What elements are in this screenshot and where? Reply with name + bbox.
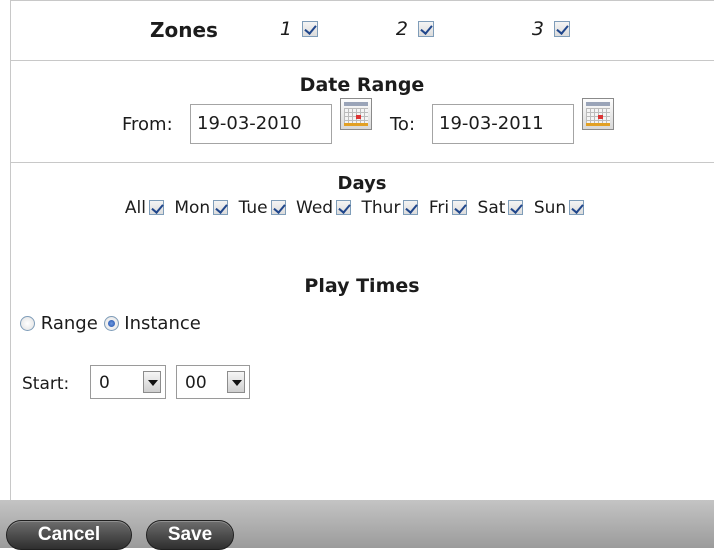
to-label: To: xyxy=(390,114,416,135)
day-sun-checkbox[interactable] xyxy=(569,200,585,215)
zone-3: 3 xyxy=(524,18,570,40)
days-title: Days xyxy=(337,173,387,194)
cancel-button[interactable]: Cancel xyxy=(6,520,132,550)
day-mon: Mon xyxy=(174,198,231,218)
zone-1-number: 1 xyxy=(279,18,292,40)
day-sun: Sun xyxy=(534,198,587,218)
day-sun-label: Sun xyxy=(533,198,567,218)
zone-2: 2 xyxy=(388,18,434,40)
chevron-down-icon[interactable] xyxy=(227,371,245,393)
start-label: Start: xyxy=(22,374,70,394)
divider xyxy=(10,60,714,61)
day-wed-label: Wed xyxy=(296,198,334,218)
day-fri: Fri xyxy=(429,198,470,218)
day-mon-label: Mon xyxy=(174,198,211,218)
days-row: All Mon Tue Wed Thur Fri Sat Sun xyxy=(0,198,714,218)
zone-3-checkbox[interactable] xyxy=(554,21,570,37)
zones-label: Zones xyxy=(150,18,218,42)
play-mode-radio-group: Range Instance xyxy=(20,313,201,334)
play-times-title: Play Times xyxy=(304,275,420,297)
zone-2-checkbox[interactable] xyxy=(418,21,434,37)
day-fri-label: Fri xyxy=(428,198,450,218)
date-range-title: Date Range xyxy=(299,74,425,96)
day-thur: Thur xyxy=(362,198,422,218)
divider xyxy=(10,162,714,163)
range-label: Range xyxy=(40,313,98,334)
zone-1: 1 xyxy=(272,18,318,40)
from-label: From: xyxy=(122,114,173,135)
day-wed: Wed xyxy=(296,198,354,218)
day-sat-label: Sat xyxy=(477,198,506,218)
day-tue: Tue xyxy=(239,198,289,218)
footer-bar: Cancel Save xyxy=(0,500,714,550)
zone-3-number: 3 xyxy=(531,18,544,40)
calendar-icon[interactable] xyxy=(340,98,372,130)
zone-2-number: 2 xyxy=(395,18,408,40)
day-thur-label: Thur xyxy=(361,198,401,218)
start-minute-select[interactable]: 00 xyxy=(176,365,250,399)
to-date-input[interactable]: 19-03-2011 xyxy=(432,104,574,144)
day-thur-checkbox[interactable] xyxy=(403,200,419,215)
day-all-checkbox[interactable] xyxy=(148,200,164,215)
from-date-input[interactable]: 19-03-2010 xyxy=(190,104,332,144)
day-all-label: All xyxy=(124,198,146,218)
range-radio[interactable] xyxy=(20,316,35,331)
start-minute-value: 00 xyxy=(185,373,207,393)
day-mon-checkbox[interactable] xyxy=(213,200,229,215)
day-tue-checkbox[interactable] xyxy=(270,200,286,215)
date-range-row: From: 19-03-2010 To: 19-03-2011 xyxy=(10,98,714,148)
day-fri-checkbox[interactable] xyxy=(452,200,468,215)
day-all: All xyxy=(125,198,167,218)
start-hour-select[interactable]: 0 xyxy=(90,365,166,399)
day-sat-checkbox[interactable] xyxy=(508,200,524,215)
start-hour-value: 0 xyxy=(99,373,110,393)
instance-label: Instance xyxy=(124,313,201,334)
instance-radio[interactable] xyxy=(103,316,119,331)
calendar-icon[interactable] xyxy=(582,98,614,130)
day-tue-label: Tue xyxy=(238,198,268,218)
save-button[interactable]: Save xyxy=(146,520,234,550)
divider xyxy=(10,0,714,1)
zones-row: Zones 1 2 3 xyxy=(10,8,714,48)
chevron-down-icon[interactable] xyxy=(143,371,161,393)
day-wed-checkbox[interactable] xyxy=(336,200,352,215)
zone-1-checkbox[interactable] xyxy=(302,21,318,37)
day-sat: Sat xyxy=(478,198,527,218)
